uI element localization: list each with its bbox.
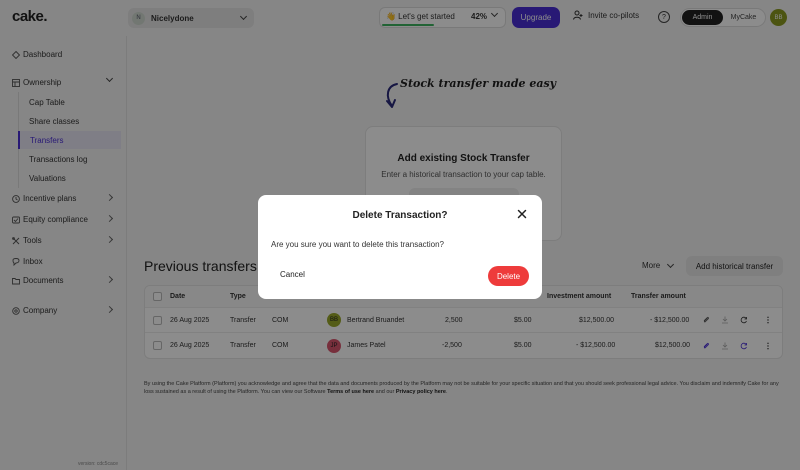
delete-transaction-dialog: Delete Transaction? Are you sure you wan…: [258, 195, 542, 299]
delete-button[interactable]: Delete: [488, 266, 529, 286]
dialog-title: Delete Transaction?: [352, 210, 448, 221]
cancel-button[interactable]: Cancel: [280, 270, 305, 279]
close-icon[interactable]: [516, 208, 528, 220]
dialog-message: Are you sure you want to delete this tra…: [271, 240, 444, 249]
